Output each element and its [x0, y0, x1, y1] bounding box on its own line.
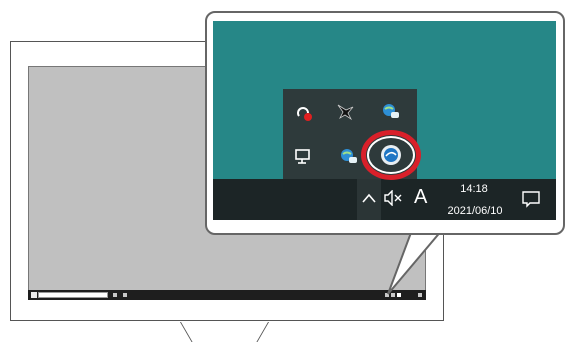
ime-indicator[interactable]: A: [414, 186, 427, 209]
mini-taskview-icon: [113, 293, 117, 297]
dark-bird-icon[interactable]: [335, 100, 357, 122]
monitor-stand-left: [180, 322, 193, 342]
mini-search-box: [38, 292, 108, 298]
network-globe-icon-2[interactable]: [338, 145, 360, 167]
highlight-circle-inner: [367, 136, 415, 174]
callout-pointer: [387, 229, 445, 295]
clock-date[interactable]: 2021/06/10: [440, 205, 510, 217]
mini-start-icon: [31, 292, 37, 298]
monitor-settings-icon[interactable]: [292, 145, 314, 167]
red-status-icon[interactable]: [294, 103, 316, 125]
clock-time[interactable]: 14:18: [444, 183, 504, 195]
monitor-stand-right: [256, 322, 269, 342]
action-center-icon[interactable]: [521, 190, 541, 213]
chevron-up-icon[interactable]: [362, 191, 376, 209]
mini-app-icon: [123, 293, 127, 297]
network-globe-icon[interactable]: [380, 100, 402, 122]
volume-muted-icon[interactable]: [384, 189, 404, 211]
